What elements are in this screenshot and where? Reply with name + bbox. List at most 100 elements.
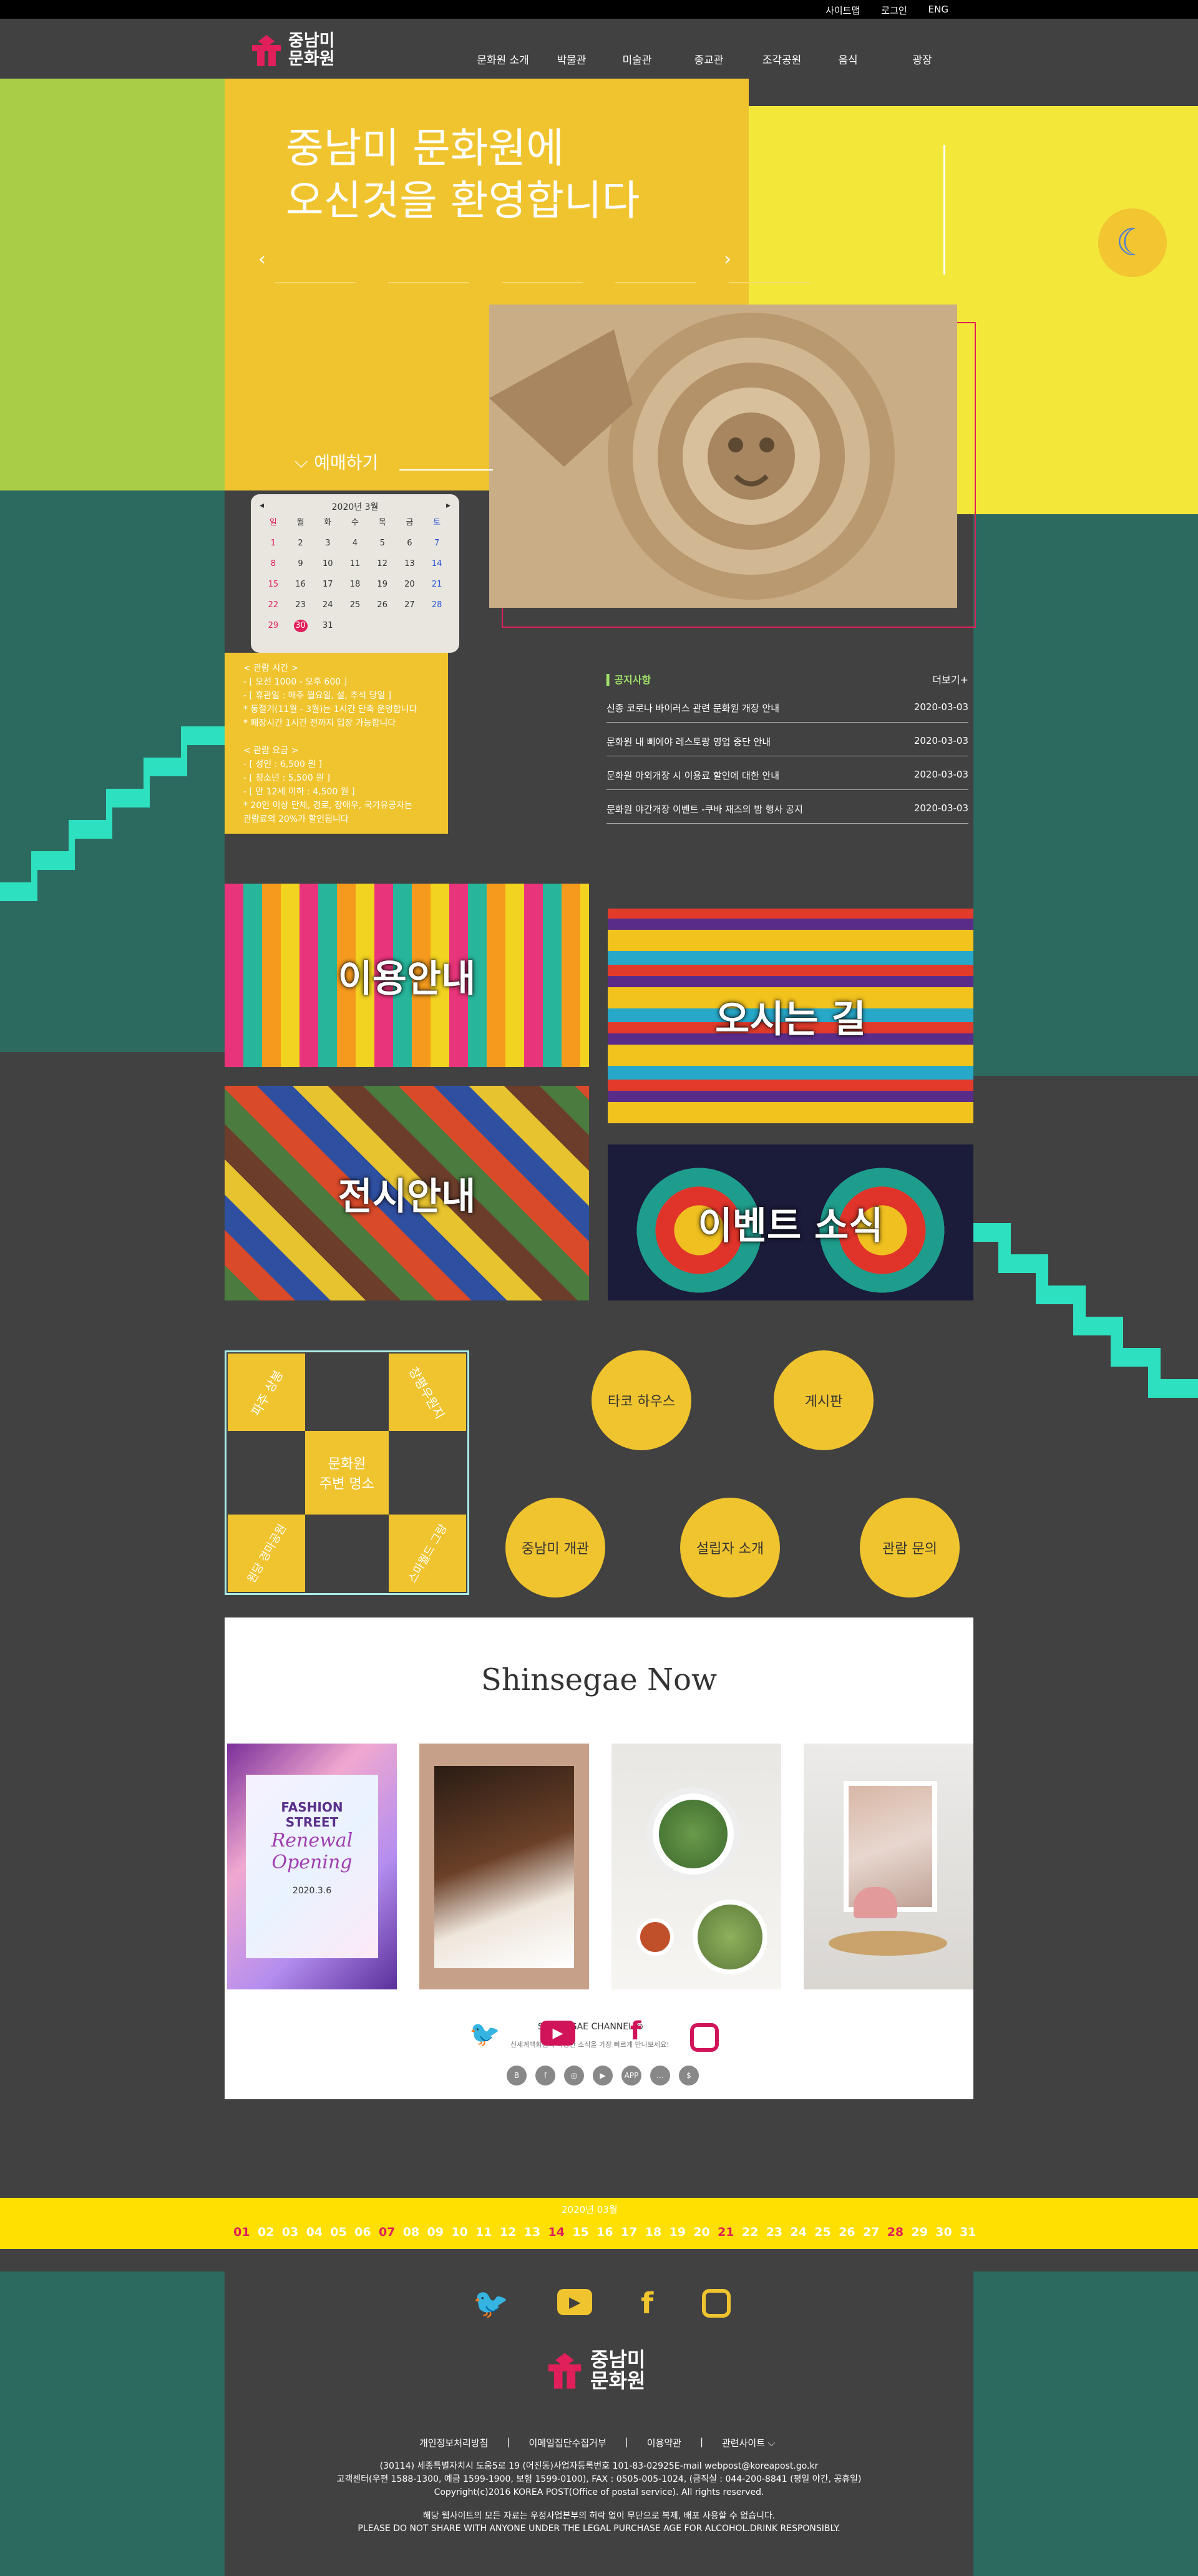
calendar-day[interactable]: 7: [423, 537, 450, 550]
footer-logo[interactable]: 중남미 문화원: [545, 2349, 645, 2391]
date-bar-day[interactable]: 18: [641, 2225, 666, 2239]
date-bar-day[interactable]: 17: [617, 2225, 641, 2239]
calendar-day[interactable]: 2: [287, 537, 314, 550]
taco-house-button[interactable]: 타코 하우스: [592, 1350, 691, 1450]
calendar-day[interactable]: 20: [396, 578, 424, 591]
reserve-button[interactable]: ⌵ 예매하기: [295, 449, 378, 474]
event-news-tile[interactable]: 이벤트 소식: [608, 1144, 973, 1300]
calendar-day[interactable]: 4: [341, 537, 369, 550]
date-bar-day[interactable]: 21: [714, 2225, 738, 2239]
instagram-small-icon[interactable]: ◎: [564, 2066, 584, 2086]
date-bar-day[interactable]: 14: [544, 2225, 568, 2239]
date-bar-day[interactable]: 26: [835, 2225, 859, 2239]
date-bar-day[interactable]: 08: [399, 2225, 424, 2239]
calendar-next-button[interactable]: ▸: [446, 500, 450, 513]
nav-item-religion[interactable]: 종교관: [671, 51, 746, 67]
facebook-small-icon[interactable]: f: [535, 2066, 555, 2086]
nearby-item-paju[interactable]: 파주 상봉: [228, 1354, 305, 1431]
twitter-icon[interactable]: 🐦: [473, 2286, 509, 2321]
eng-link[interactable]: ENG: [928, 4, 948, 17]
nearby-item-smaworld[interactable]: 스마월드 그랑: [389, 1515, 466, 1592]
date-bar-day[interactable]: 02: [254, 2225, 278, 2239]
calendar-day[interactable]: 13: [396, 558, 424, 570]
privacy-link[interactable]: 개인정보처리방침: [419, 2436, 488, 2449]
date-bar-day[interactable]: 01: [230, 2225, 254, 2239]
date-bar-day[interactable]: 29: [907, 2225, 932, 2239]
youtube-small-icon[interactable]: ▶: [593, 2066, 613, 2086]
nav-item-gallery[interactable]: 미술관: [603, 51, 671, 67]
email-refuse-link[interactable]: 이메일집단수집거부: [528, 2436, 606, 2449]
nav-item-food[interactable]: 음식: [817, 51, 879, 67]
date-bar-day[interactable]: 22: [738, 2225, 762, 2239]
notice-row[interactable]: 문화원 아외개장 시 이용료 할인에 대한 안내 2020-03-03: [606, 763, 968, 790]
calendar-day[interactable]: 18: [341, 578, 369, 591]
date-bar-day[interactable]: 10: [447, 2225, 472, 2239]
slide-next-button[interactable]: ›: [724, 248, 731, 270]
date-bar-day[interactable]: 31: [956, 2225, 980, 2239]
calendar-day[interactable]: 28: [423, 599, 450, 612]
calendar-day[interactable]: 25: [341, 599, 369, 612]
date-bar-day[interactable]: 23: [762, 2225, 787, 2239]
center-opening-button[interactable]: 중남미 개관: [505, 1498, 605, 1598]
date-bar-day[interactable]: 30: [932, 2225, 956, 2239]
nearby-item-racecourse[interactable]: 원당 경마공원: [228, 1515, 305, 1592]
date-bar-day[interactable]: 13: [520, 2225, 545, 2239]
date-bar-day[interactable]: 03: [278, 2225, 303, 2239]
news-card-violin[interactable]: [419, 1744, 589, 1989]
calendar-day[interactable]: 1: [260, 537, 287, 550]
board-button[interactable]: 게시판: [774, 1350, 874, 1450]
talk-icon[interactable]: …: [650, 2066, 670, 2086]
date-bar-day[interactable]: 19: [665, 2225, 689, 2239]
date-bar-day[interactable]: 15: [568, 2225, 593, 2239]
date-bar-day[interactable]: 12: [496, 2225, 520, 2239]
date-bar-day[interactable]: 09: [423, 2225, 447, 2239]
calendar-day[interactable]: 9: [287, 558, 314, 570]
date-bar-day[interactable]: 05: [326, 2225, 351, 2239]
sitemap-link[interactable]: 사이트맵: [825, 4, 860, 17]
slide-dot[interactable]: [729, 282, 810, 283]
calendar-day[interactable]: 16: [287, 578, 314, 591]
terms-link[interactable]: 이용약관: [647, 2436, 681, 2449]
calendar-day[interactable]: 23: [287, 599, 314, 612]
news-card-fashion[interactable]: FASHION STREET Renewal Opening 2020.3.6: [227, 1744, 397, 1989]
calendar-day[interactable]: 5: [369, 537, 396, 550]
facebook-icon[interactable]: f: [641, 2286, 653, 2321]
date-bar-day[interactable]: 04: [302, 2225, 326, 2239]
notice-row[interactable]: 신종 코로나 바이러스 관련 문화원 개장 안내 2020-03-03: [606, 695, 968, 723]
calendar-day[interactable]: 27: [396, 599, 424, 612]
directions-tile[interactable]: 오시는 길: [608, 909, 973, 1123]
visit-inquiry-button[interactable]: 관람 문의: [860, 1498, 960, 1598]
news-card-interior[interactable]: [804, 1744, 973, 1989]
calendar-day[interactable]: 6: [396, 537, 424, 550]
calendar-day[interactable]: 10: [314, 558, 341, 570]
app-icon[interactable]: APP: [621, 2066, 641, 2086]
nav-item-plaza[interactable]: 광장: [879, 51, 966, 67]
instagram-icon[interactable]: [702, 2289, 731, 2318]
login-link[interactable]: 로그인: [881, 4, 907, 17]
slide-dot[interactable]: [275, 282, 356, 283]
date-bar-day[interactable]: 06: [351, 2225, 375, 2239]
date-bar-day[interactable]: 16: [593, 2225, 617, 2239]
date-bar-day[interactable]: 07: [375, 2225, 399, 2239]
calendar-day[interactable]: 17: [314, 578, 341, 591]
date-bar-day[interactable]: 24: [786, 2225, 811, 2239]
moon-icon[interactable]: ☾: [1098, 208, 1167, 277]
date-bar-day[interactable]: 28: [884, 2225, 908, 2239]
notice-row[interactable]: 문화원 내 뻬에야 레스토랑 영업 중단 안내 2020-03-03: [606, 729, 968, 756]
news-card-food[interactable]: [611, 1744, 781, 1989]
calendar-day[interactable]: 11: [341, 558, 369, 570]
calendar-day[interactable]: 22: [260, 599, 287, 612]
founder-intro-button[interactable]: 설립자 소개: [680, 1498, 780, 1598]
date-bar-day[interactable]: 25: [811, 2225, 835, 2239]
date-bar-day[interactable]: 27: [859, 2225, 884, 2239]
slide-dot[interactable]: [502, 282, 583, 283]
instagram-icon[interactable]: [690, 2023, 719, 2052]
slide-dot[interactable]: [388, 282, 469, 283]
nearby-item-changpyeong[interactable]: 창평우원지: [389, 1354, 466, 1431]
twitter-icon[interactable]: 🐦: [469, 2019, 500, 2049]
calendar-day[interactable]: 29: [260, 620, 287, 632]
nav-item-sculpture-park[interactable]: 조각공원: [746, 51, 817, 67]
calendar-day[interactable]: 21: [423, 578, 450, 591]
facebook-icon[interactable]: f: [630, 2017, 641, 2046]
date-bar-day[interactable]: 11: [472, 2225, 496, 2239]
